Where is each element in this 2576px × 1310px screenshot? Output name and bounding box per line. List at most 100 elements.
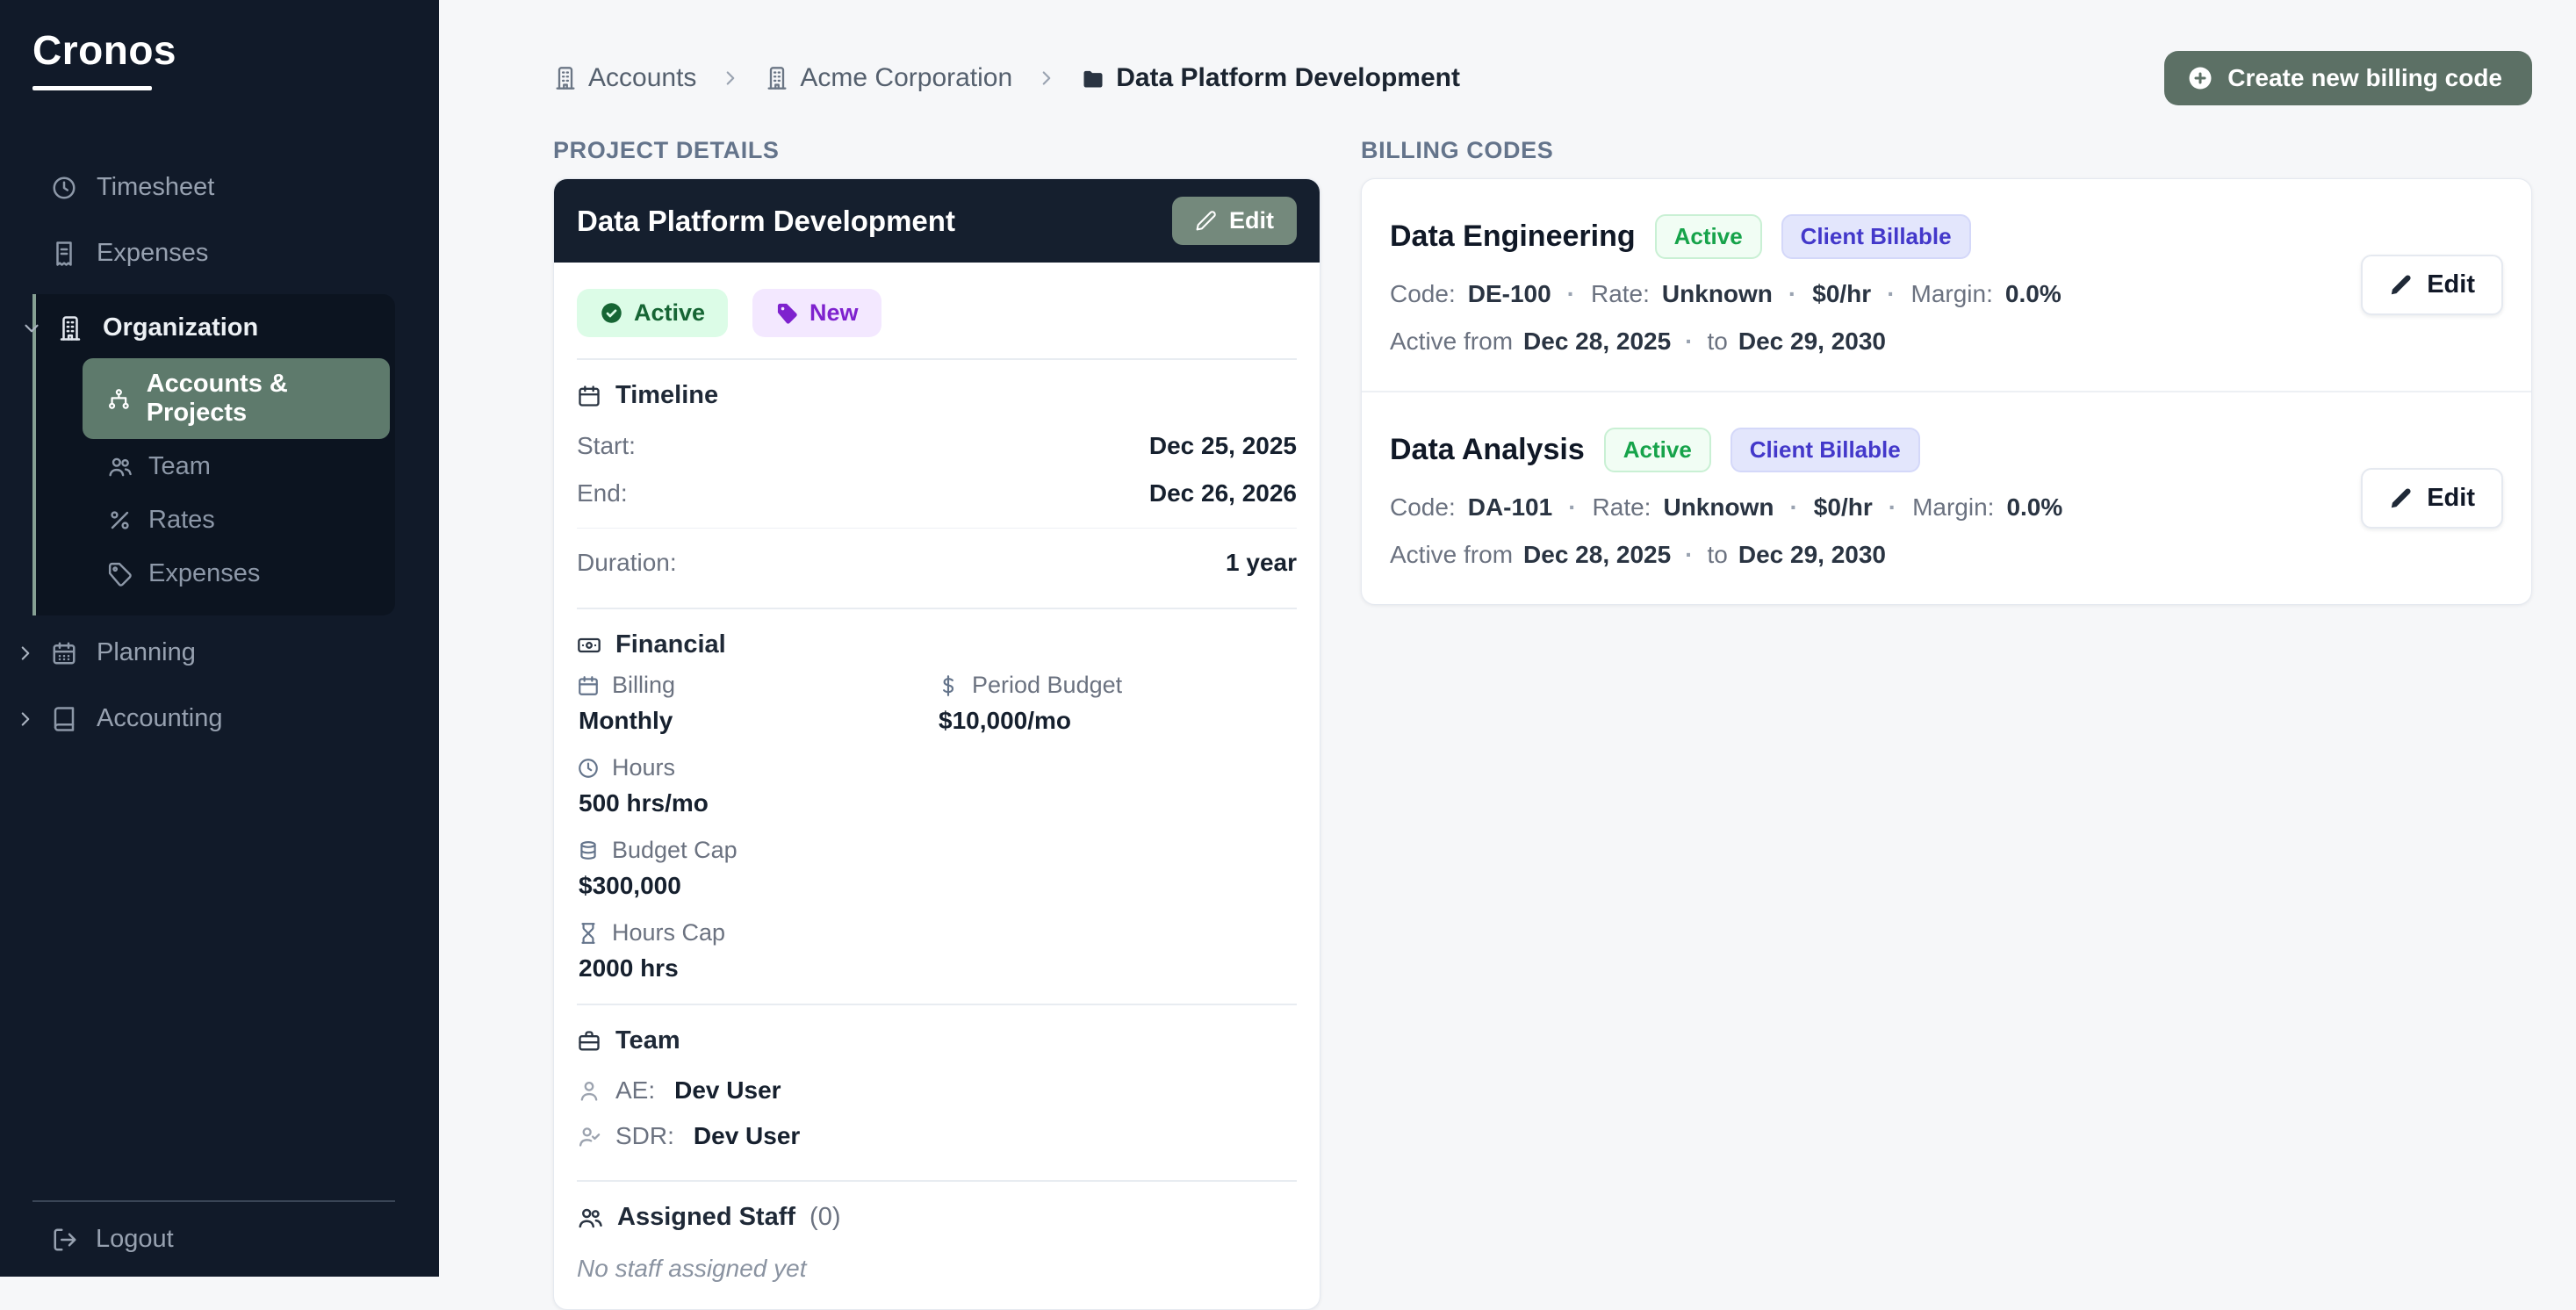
separator-dot: ·: [1681, 328, 1696, 356]
period-budget-label: Period Budget: [972, 672, 1122, 699]
create-billing-code-button[interactable]: Create new billing code: [2164, 51, 2532, 105]
breadcrumb-label: Accounts: [588, 63, 696, 93]
separator-dot: ·: [1564, 280, 1579, 308]
project-details-heading: PROJECT DETAILS: [553, 137, 1320, 164]
pencil-icon: [2389, 486, 2413, 510]
chevron-down-icon: [20, 317, 43, 340]
topbar: Accounts Acme Corporation Data Platform …: [553, 51, 2532, 105]
period-budget-value: $10,000/mo: [939, 707, 1297, 735]
rate-value: Unknown: [1662, 280, 1773, 308]
chevron-right-icon: [14, 708, 37, 731]
building-icon: [765, 66, 789, 90]
sidebar-item-expenses-sub[interactable]: Expenses: [83, 548, 390, 600]
folder-icon: [1081, 66, 1105, 90]
billing-code-dates: Active from Dec 28, 2025 · to Dec 29, 20…: [1390, 541, 2062, 569]
sidebar-item-team[interactable]: Team: [83, 441, 390, 493]
sidebar-item-label: Timesheet: [97, 173, 214, 202]
user-icon: [577, 1078, 601, 1103]
start-value: Dec 25, 2025: [1149, 432, 1297, 460]
billing-edit-button[interactable]: Edit: [2361, 468, 2503, 529]
period-budget-field: Period Budget $10,000/mo: [937, 672, 1297, 735]
billing-edit-label: Edit: [2427, 484, 2475, 513]
project-card: Data Platform Development Edit Active: [553, 178, 1320, 1310]
team-title-label: Team: [615, 1026, 680, 1055]
end-value: Dec 26, 2026: [1149, 479, 1297, 507]
separator-dot: ·: [1785, 280, 1800, 308]
calendar-icon: [577, 384, 601, 408]
sidebar-item-expenses[interactable]: Expenses: [0, 228, 439, 278]
sidebar-item-organization[interactable]: Organization: [36, 303, 395, 353]
billing-code-info: Data Engineering Active Client Billable …: [1390, 214, 2062, 356]
sdr-label: SDR:: [615, 1122, 674, 1150]
assigned-staff-title: Assigned Staff (0): [577, 1203, 1297, 1232]
logout-button[interactable]: Logout: [32, 1225, 395, 1254]
users-icon: [107, 454, 133, 479]
chevron-right-icon: [14, 642, 37, 665]
billing-field: Billing Monthly: [577, 672, 937, 735]
user-check-icon: [577, 1124, 601, 1148]
breadcrumb: Accounts Acme Corporation Data Platform …: [553, 63, 1460, 93]
project-edit-button[interactable]: Edit: [1172, 197, 1297, 245]
billing-code-title: Data Engineering: [1390, 220, 1636, 254]
billing-codes-heading: BILLING CODES: [1361, 137, 2532, 164]
project-badges: Active New: [577, 289, 1297, 337]
price-value: $0/hr: [1812, 280, 1871, 308]
percent-icon: [107, 507, 133, 533]
sidebar-item-label: Rates: [148, 506, 215, 535]
timeline-start-row: Start: Dec 25, 2025: [577, 422, 1297, 470]
timeline-title-label: Timeline: [615, 381, 718, 410]
to-date: Dec 29, 2030: [1738, 541, 1886, 569]
to-label: to: [1708, 328, 1728, 356]
sidebar-item-accounts-projects[interactable]: Accounts & Projects: [83, 358, 390, 439]
breadcrumb-item-accounts[interactable]: Accounts: [553, 63, 696, 93]
breadcrumb-item-project: Data Platform Development: [1081, 63, 1460, 93]
rate-value: Unknown: [1663, 493, 1774, 522]
divider: [32, 1200, 395, 1202]
clock-icon: [51, 175, 77, 201]
separator-dot: ·: [1565, 493, 1579, 522]
budget-cap-label: Budget Cap: [612, 837, 738, 864]
hours-field: Hours 500 hrs/mo: [577, 754, 937, 817]
billing-code-meta: Code: DA-101 · Rate: Unknown · $0/hr · M…: [1390, 493, 2062, 522]
sitemap-icon: [107, 386, 131, 412]
budget-cap-value: $300,000: [579, 872, 937, 900]
sidebar-item-label: Planning: [97, 638, 196, 667]
tag-icon: [107, 561, 133, 587]
sidebar-item-rates[interactable]: Rates: [83, 494, 390, 546]
active-from-date: Dec 28, 2025: [1523, 541, 1671, 569]
billing-edit-button[interactable]: Edit: [2361, 255, 2503, 315]
divider: [577, 528, 1297, 529]
billing-code-title: Data Analysis: [1390, 433, 1585, 467]
code-label: Code:: [1390, 280, 1456, 308]
end-label: End:: [577, 479, 628, 507]
sidebar-item-accounting[interactable]: Accounting: [0, 694, 439, 744]
client-billable-badge: Client Billable: [1731, 428, 1920, 472]
assigned-staff-label: Assigned Staff: [617, 1203, 795, 1232]
separator-dot: ·: [1681, 541, 1696, 569]
pencil-icon: [1195, 210, 1217, 232]
hours-cap-field: Hours Cap 2000 hrs: [577, 919, 937, 982]
sidebar-item-label: Expenses: [97, 239, 208, 268]
breadcrumb-label: Data Platform Development: [1116, 63, 1460, 93]
sidebar-item-planning[interactable]: Planning: [0, 628, 439, 678]
sidebar-item-label: Accounts & Projects: [147, 370, 376, 428]
breadcrumb-label: Acme Corporation: [800, 63, 1012, 93]
hours-cap-value: 2000 hrs: [579, 954, 937, 982]
billing-codes-card: Data Engineering Active Client Billable …: [1361, 178, 2532, 605]
hours-label: Hours: [612, 754, 675, 781]
hours-value: 500 hrs/mo: [579, 789, 937, 817]
tag-icon: [775, 301, 799, 325]
duration-value: 1 year: [1226, 549, 1297, 577]
separator-dot: ·: [1885, 493, 1900, 522]
team-ae-row: AE: Dev User: [577, 1068, 1297, 1113]
brand-logo: Cronos: [32, 26, 439, 74]
billing-code-row: Data Analysis Active Client Billable Cod…: [1362, 392, 2531, 604]
rate-label: Rate:: [1591, 280, 1650, 308]
breadcrumb-item-account[interactable]: Acme Corporation: [765, 63, 1012, 93]
sidebar-item-label: Accounting: [97, 704, 223, 733]
rate-label: Rate:: [1593, 493, 1651, 522]
building-icon: [57, 315, 83, 342]
sidebar-item-timesheet[interactable]: Timesheet: [0, 162, 439, 212]
plus-circle-icon: [2187, 65, 2213, 91]
financial-section-title: Financial: [577, 630, 1297, 659]
